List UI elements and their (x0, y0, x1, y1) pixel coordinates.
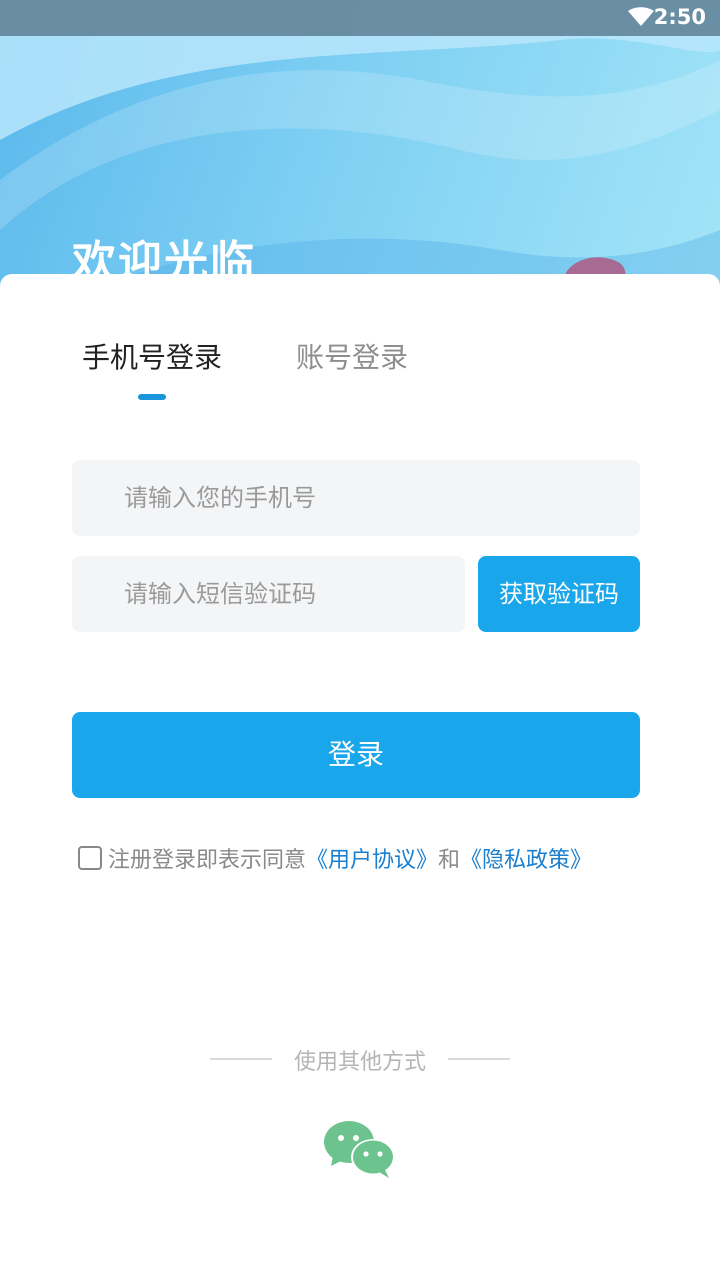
agreement-text: 注册登录即表示同意 (108, 848, 307, 873)
agreement-and: 和 (438, 848, 461, 873)
get-code-button[interactable]: 获取验证码 (478, 556, 640, 632)
phone-input[interactable] (72, 460, 640, 536)
wifi-icon (628, 7, 654, 26)
active-tab-indicator (138, 394, 166, 400)
agreement-checkbox[interactable] (78, 846, 102, 870)
phone-field[interactable] (72, 460, 640, 536)
status-time: 2:50 (653, 5, 706, 29)
user-agreement-link[interactable]: 《用户协议》 (306, 842, 438, 874)
divider-right (448, 1058, 510, 1060)
wechat-icon[interactable] (323, 1120, 397, 1180)
login-button[interactable]: 登录 (72, 712, 640, 798)
tab-phone-login[interactable]: 手机号登录 (82, 340, 222, 376)
tab-account-login[interactable]: 账号登录 (296, 340, 408, 376)
sms-code-field[interactable] (72, 556, 465, 632)
other-login-label: 使用其他方式 (293, 1050, 426, 1075)
status-bar: 2:50 (0, 0, 720, 36)
privacy-policy-link[interactable]: 《隐私政策》 (460, 842, 592, 874)
sms-code-input[interactable] (72, 556, 465, 632)
agreement-row: 注册登录即表示同意 《用户协议》 和 《隐私政策》 (78, 842, 592, 874)
